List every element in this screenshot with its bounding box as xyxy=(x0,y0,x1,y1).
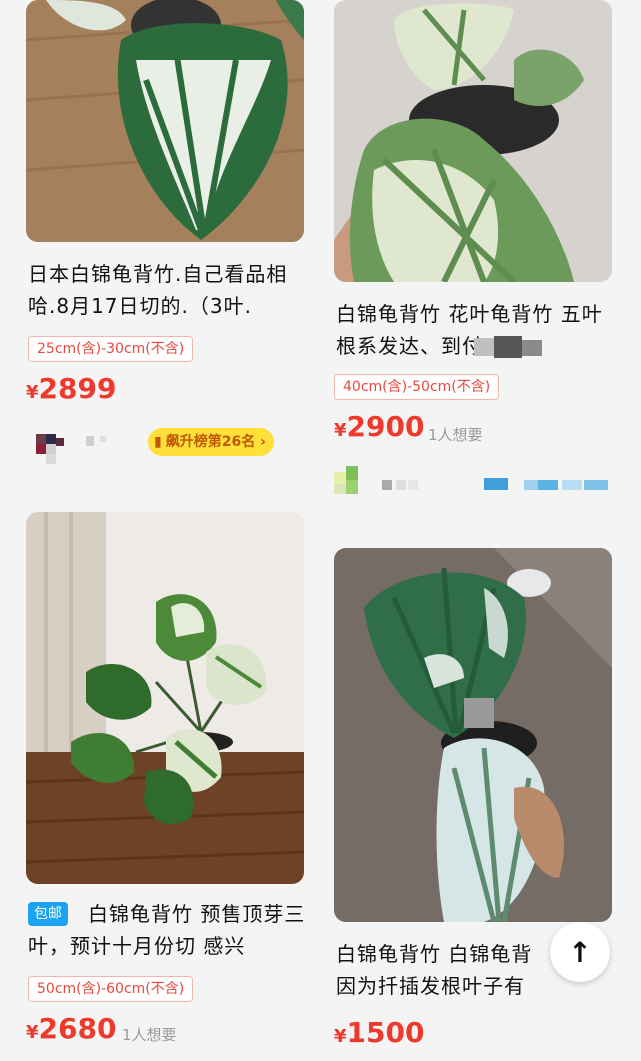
wants-count-3: 1人想要 xyxy=(122,1026,177,1044)
product-title-3[interactable]: 白锦龟背竹 预售顶芽三叶，预计十月份切 感兴 xyxy=(28,898,310,962)
product-image-3[interactable] xyxy=(26,512,304,884)
product-image-1[interactable] xyxy=(26,0,304,242)
seller-avatar-1[interactable] xyxy=(36,430,126,474)
back-to-top-button[interactable]: ↑ xyxy=(550,922,610,982)
ranking-badge[interactable]: ▮ 飙升榜第26名 › xyxy=(148,428,274,456)
seller-avatar-2[interactable] xyxy=(334,466,612,510)
product-image-4[interactable] xyxy=(334,548,612,922)
product-spec-3: 50cm(含)-60cm(不含) xyxy=(28,976,194,1002)
rank-chart-icon: ▮ xyxy=(154,434,162,450)
product-title-4[interactable]: 白锦龟背竹 白锦龟背 因为扦插发根叶子有些 xyxy=(336,938,542,1002)
product-price-3: ¥2680 xyxy=(26,1012,117,1045)
wants-count-2: 1人想要 xyxy=(428,426,483,444)
product-price-1: ¥2899 xyxy=(26,372,117,405)
arrow-up-icon: ↑ xyxy=(568,935,592,969)
product-spec-1: 25cm(含)-30cm(不含) xyxy=(28,336,194,362)
product-spec-2: 40cm(含)-50cm(不含) xyxy=(334,374,500,400)
product-title-1[interactable]: 日本白锦龟背竹.自己看品相哈.8月17日切的.（3叶. xyxy=(28,258,310,322)
product-price-2: ¥2900 xyxy=(334,410,425,443)
redaction-blur-2 xyxy=(474,334,554,364)
product-image-2[interactable] xyxy=(334,0,612,282)
product-price-4: ¥1500 xyxy=(334,1016,425,1049)
